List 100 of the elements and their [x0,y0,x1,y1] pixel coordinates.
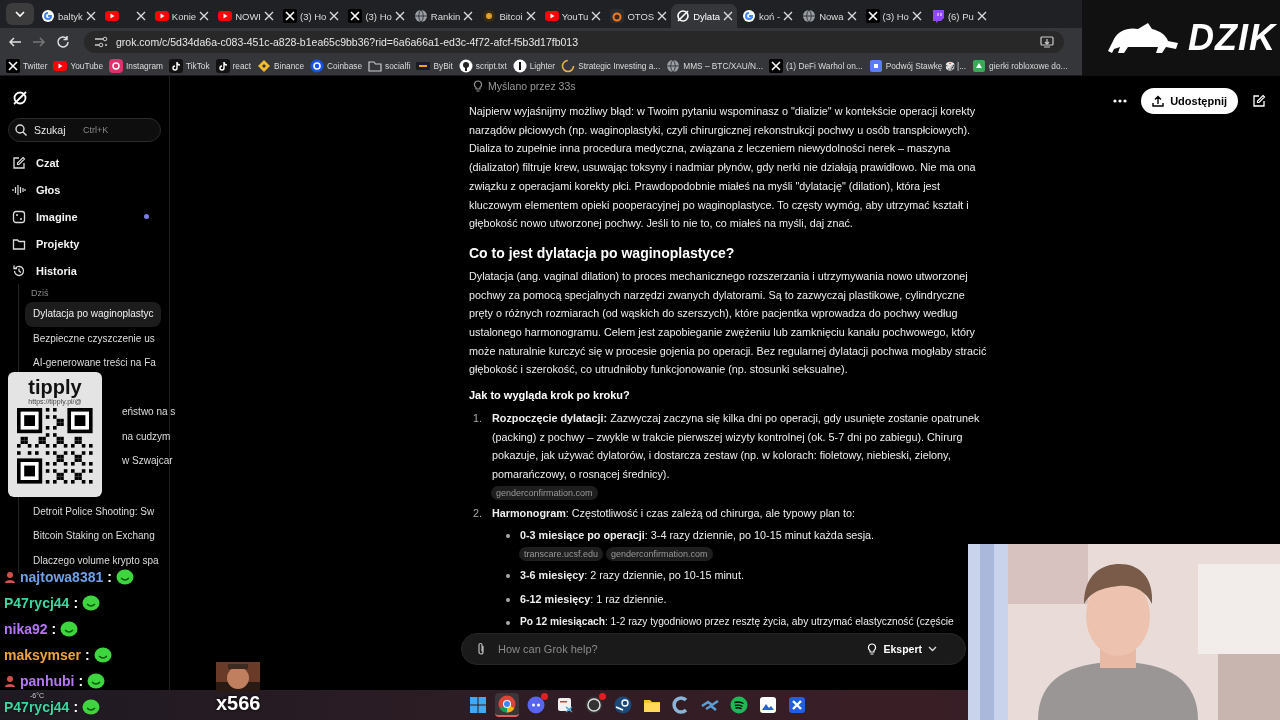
tab-icon [930,9,945,23]
chat-separator: : [85,646,90,663]
back-icon [8,35,22,49]
browser-tab[interactable]: Konie [149,4,214,28]
source-link[interactable]: genderconfirmation.com [606,547,713,562]
bookmark[interactable]: TikTok [168,58,210,73]
bookmark[interactable]: Instagram [109,58,163,73]
close-icon [723,11,734,21]
close-icon [394,11,405,21]
close-icon [911,11,922,21]
browser-tab[interactable]: (3) Ho [860,4,926,28]
history-group-label: Dziś [30,287,50,300]
bookmark[interactable]: Strategic Investing a... [561,58,661,73]
history-item[interactable]: Dylatacja po waginoplastyc [25,302,161,327]
emote-icon [115,568,134,585]
history-item[interactable]: Detroit Police Shooting: Sw [25,499,161,524]
message-input[interactable]: How can Grok help? Ekspert [461,633,966,665]
more-icon [1113,99,1128,103]
close-icon [783,11,794,21]
history-item[interactable]: Bezpieczne czyszczenie us [25,326,161,351]
bookmark-icon [972,58,987,73]
chat-username: panhubi [20,672,75,689]
paragraph: Najpierw wyjaśnijmy możliwy błąd: w Twoim pytaniu wspominasz o "dializie" w kontekście operacji korekty narządów płciowych (np. waginoplastyki, czyli chirurgicznej rekonstrukcji pochwy u osób transpłciowych). Dializa to zupełnie inna procedura medyczna, związana z leczeniem niewydolności nerek – maszyna (dializator) filtruje krew, usuwając toksyny i nadmiar płynów, gdy nerki nie działają prawidłowo. Nie ma ona związku z operacjami korekty płci. Prawdopodobnie miałeś na myśli "dylatację" (dilation), która jest kluczowym elementem opieki pooperacyjnej po waginoplastyce. To częsty wymóg, aby utrzymać kształt i głębokość nowo utworzonej pochwy. Jeśli to nie to, co miałeś na myśli, daj znać. [469,104,977,232]
close-icon [135,11,146,21]
bookmark[interactable]: Twitter [6,58,48,73]
site-settings-icon [94,36,108,48]
browser-tab[interactable]: koń - [737,4,798,28]
close-icon [85,11,96,21]
waveform-icon [12,182,26,197]
address-bar[interactable]: grok.com/c/5d34da6a-c083-451c-a828-b1ea65c9bb36?rid=6a6a66a1-ed3c-4f72-afcf-f5b3d17fb013 [84,31,1064,53]
game-store-icon [613,695,633,715]
nav-item[interactable]: Głos [8,176,161,203]
browser-tab[interactable]: Dylata [671,4,738,28]
history-icon [12,263,26,278]
shortcut-hint: Ctrl+K [83,125,109,135]
search-bar[interactable]: Szukaj Ctrl+K [8,118,161,142]
browser-tab[interactable]: Rankin [408,4,478,28]
thinking-time: Myślano przez 33s [488,78,576,94]
tab-icon [218,9,233,23]
bookmark[interactable]: ByBit [416,58,453,73]
source-link[interactable]: genderconfirmation.com [491,485,598,500]
nav-item[interactable]: Imagine [8,203,161,230]
bookmark[interactable]: (1) DeFi Warhol on... [769,58,863,73]
browser-tab[interactable]: OTOS [605,4,672,28]
list-number: 2. [473,505,483,521]
history-item[interactable]: eństwo na s [120,400,180,425]
browser-tab[interactable]: Bitcoi [477,4,540,28]
bullet-dot [506,534,510,539]
nav-item[interactable]: Historia [8,257,161,284]
tab-icon [802,9,817,23]
edit-icon [1252,94,1266,108]
message-field[interactable]: How can Grok help? [498,643,856,655]
list-number: 1. [473,410,483,426]
taskbar-app[interactable] [495,693,519,717]
bookmark[interactable]: YouTube [53,58,104,73]
browser-tab[interactable]: (3) Ho [343,4,409,28]
bookmark[interactable]: Lighter [512,58,556,73]
bookmark[interactable]: script.txt [458,58,507,73]
history-item[interactable]: w Szwajcar [120,449,177,474]
nav-item[interactable]: Projekty [8,230,161,257]
close-icon [976,11,987,21]
history-item[interactable]: Bitcoin Staking on Exchang [25,524,161,549]
bookmark[interactable]: Binance [257,58,305,73]
browser-tab[interactable]: YouTu [539,4,606,28]
bookmark-icon [868,58,883,73]
bookmark[interactable]: gierki robloxowe do... [972,58,1068,73]
chat-username: P47rycj44 [4,594,70,611]
tab-icon [742,9,757,23]
history-item[interactable]: AI-generowane treści na Fa [25,351,161,376]
source-link[interactable]: transcare.ucsf.edu [519,547,604,562]
browser-tab[interactable]: Nowa [797,4,861,28]
lightbulb-icon [867,643,878,655]
browser-tab[interactable]: (3) Ho [278,4,344,28]
history-item[interactable]: na cudzym [120,424,175,449]
bookmark[interactable]: react [215,58,252,73]
chat-username: maksymser [4,646,82,663]
nav-item[interactable]: Czat [8,149,161,176]
browser-tab[interactable]: NOWI [213,4,278,28]
section-heading: Co to jest dylatacja po waginoplastyce? [469,243,736,263]
chat-username: P47rycj44 [4,698,70,715]
list-item-text: 3-6 miesięcy: 2 razy dziennie, po 10-15 minut. [520,568,745,584]
bookmark[interactable]: MMS – BTC/XAU/N... [666,58,763,73]
browser-tab[interactable]: (6) Pu [925,4,991,28]
x-app-icon [787,695,807,715]
search-field[interactable]: Szukaj [34,124,76,136]
tab-icon [482,9,497,23]
recorder-icon [584,695,604,715]
upload-icon [1152,95,1165,107]
snipping-icon [555,695,575,715]
close-icon [199,11,210,21]
browser-tab[interactable]: baltyk [36,4,100,28]
close-icon [264,11,274,21]
share-button[interactable]: Udostępnij [1141,88,1238,114]
bookmark[interactable]: socialfi [368,58,411,73]
lightbulb-icon [473,80,483,92]
bookmark[interactable]: Coinbase [310,58,363,73]
bookmark-icon [6,58,20,73]
chat-separator: : [73,594,79,611]
mode-selector[interactable]: Ekspert [867,643,937,655]
bookmark[interactable]: Podwój Stawkę 🎲 |... [868,58,967,73]
